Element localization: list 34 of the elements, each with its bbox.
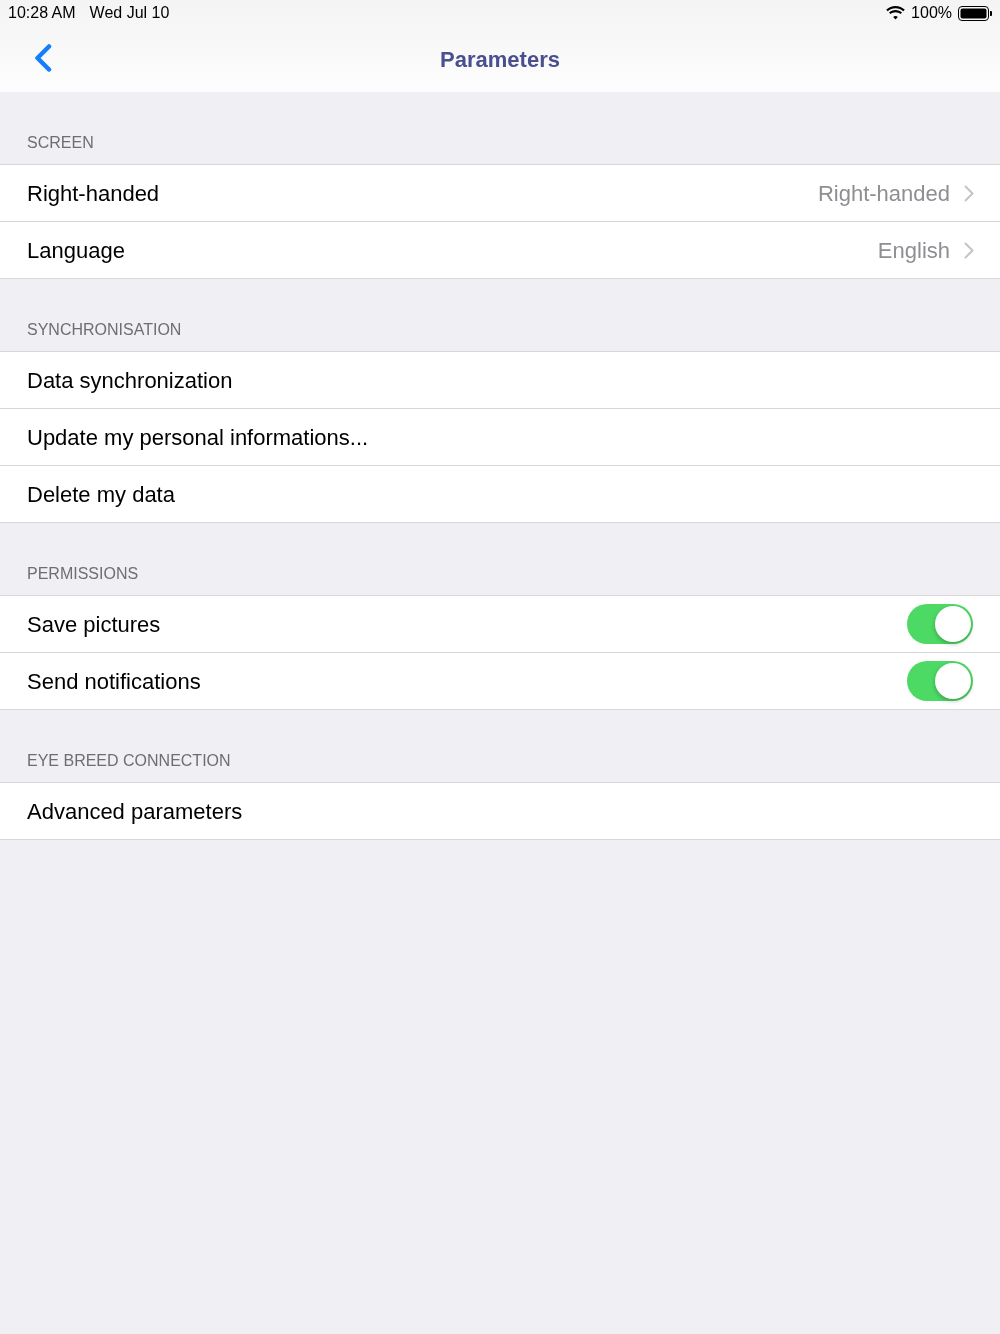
settings-row[interactable]: Right-handed Right-handed: [0, 164, 1000, 221]
chevron-right-icon: [964, 184, 974, 202]
section-header: SYNCHRONISATION: [27, 320, 182, 340]
section-header: EYE BREED CONNECTION: [27, 751, 231, 771]
battery-percentage: 100%: [911, 3, 952, 23]
wifi-icon: [886, 6, 906, 20]
status-time: 10:28 AM: [8, 3, 76, 23]
row-label: Data synchronization: [27, 366, 233, 395]
toggle-switch[interactable]: [907, 604, 973, 644]
row-label: Save pictures: [27, 610, 161, 639]
settings-row[interactable]: Language English: [0, 221, 1000, 278]
chevron-right-icon: [964, 241, 974, 259]
settings-row[interactable]: Delete my data: [0, 465, 1000, 522]
settings-row[interactable]: Send notifications: [0, 652, 1000, 709]
row-label: Advanced parameters: [27, 797, 243, 826]
row-label: Language: [27, 236, 125, 265]
row-label: Update my personal informations...: [27, 423, 369, 452]
status-date: Wed Jul 10: [89, 3, 170, 23]
page-title: Parameters: [440, 45, 560, 74]
settings-row[interactable]: Advanced parameters: [0, 782, 1000, 839]
back-button[interactable]: [32, 43, 54, 73]
row-label: Right-handed: [27, 179, 160, 208]
row-value: Right-handed: [817, 179, 950, 208]
settings-row[interactable]: Update my personal informations...: [0, 408, 1000, 465]
row-label: Delete my data: [27, 480, 175, 509]
toggle-switch[interactable]: [907, 661, 973, 701]
settings-row[interactable]: Data synchronization: [0, 351, 1000, 408]
section-header: PERMISSIONS: [27, 564, 139, 584]
row-label: Send notifications: [27, 667, 201, 696]
battery-icon: [958, 5, 992, 21]
chevron-left-icon: [34, 44, 52, 72]
settings-row[interactable]: Save pictures: [0, 595, 1000, 652]
section-header: SCREEN: [27, 133, 94, 153]
row-value: English: [877, 236, 950, 265]
